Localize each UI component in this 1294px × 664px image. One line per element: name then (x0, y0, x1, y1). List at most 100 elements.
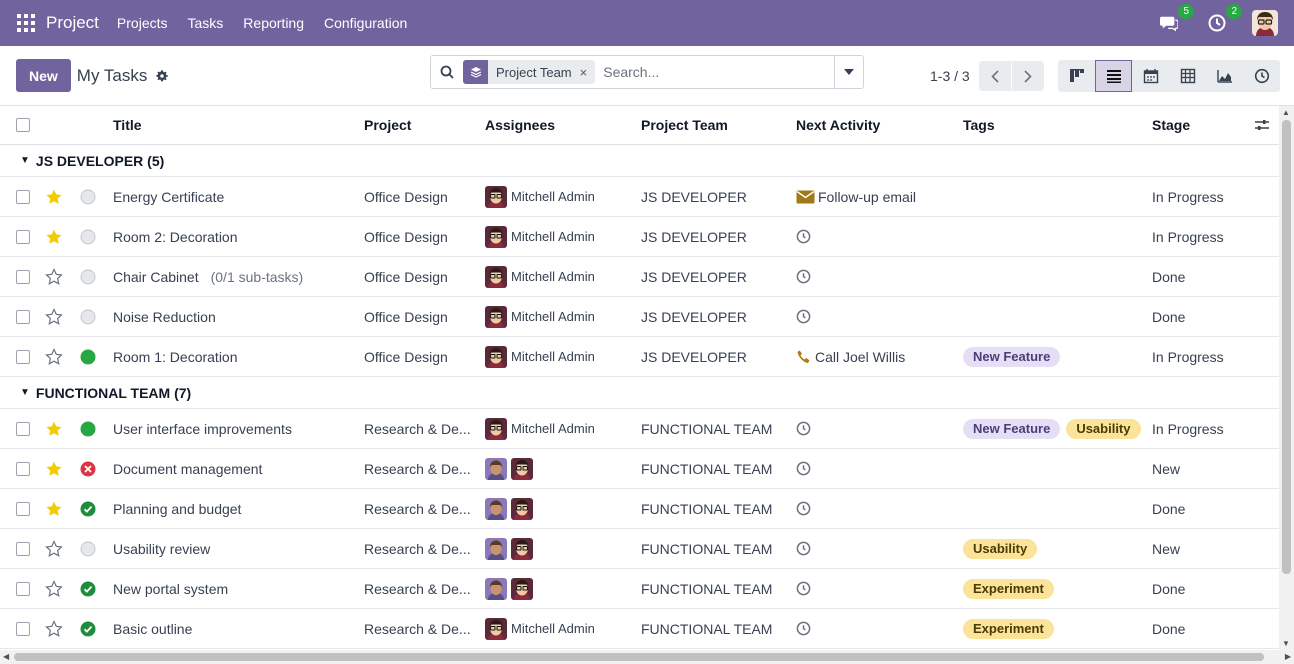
status-icon[interactable] (80, 409, 98, 448)
status-icon[interactable] (80, 569, 98, 608)
star-icon[interactable] (45, 529, 65, 568)
next-activity[interactable] (796, 569, 956, 608)
star-icon[interactable] (45, 257, 65, 296)
row-checkbox[interactable] (16, 269, 30, 284)
activity-view-button[interactable] (1243, 60, 1280, 92)
table-row[interactable]: Room 2: Decoration Office Design Mitchell … (0, 217, 1279, 257)
apps-menu-icon[interactable] (10, 7, 42, 39)
task-assignees[interactable]: Mitchell Admin (485, 297, 635, 336)
new-button[interactable]: New (16, 59, 71, 92)
task-assignees[interactable] (485, 489, 635, 528)
star-icon[interactable] (45, 337, 65, 376)
column-project[interactable]: Project (364, 106, 472, 144)
status-icon[interactable] (80, 449, 98, 488)
pager-previous-button[interactable] (978, 61, 1011, 91)
next-activity[interactable] (796, 449, 956, 488)
task-assignees[interactable]: Mitchell Admin (485, 217, 635, 256)
row-checkbox[interactable] (16, 541, 30, 556)
task-assignees[interactable]: Mitchell Admin (485, 409, 635, 448)
list-view-button[interactable] (1095, 60, 1132, 92)
menu-reporting[interactable]: Reporting (243, 15, 304, 31)
vertical-scroll-thumb[interactable] (1282, 120, 1291, 574)
column-tags[interactable]: Tags (963, 106, 1148, 144)
status-icon[interactable] (80, 297, 98, 336)
next-activity[interactable]: Follow-up email (796, 177, 956, 216)
activities-button[interactable]: 2 (1206, 4, 1242, 34)
table-row[interactable]: User interface improvements Research & De… (0, 409, 1279, 449)
star-filled-icon[interactable] (45, 217, 65, 256)
user-avatar[interactable] (1252, 10, 1278, 36)
row-checkbox[interactable] (16, 189, 30, 204)
table-row[interactable]: Chair Cabinet (0/1 sub-tasks) Office Desig… (0, 257, 1279, 297)
column-project-team[interactable]: Project Team (641, 106, 791, 144)
menu-tasks[interactable]: Tasks (188, 15, 224, 31)
star-icon[interactable] (45, 569, 65, 608)
star-filled-icon[interactable] (45, 409, 65, 448)
group-header[interactable]: ▼ FUNCTIONAL TEAM (7) (0, 377, 1279, 409)
menu-projects[interactable]: Projects (117, 15, 168, 31)
row-checkbox[interactable] (16, 581, 30, 596)
optional-columns-icon[interactable] (1255, 106, 1271, 144)
next-activity[interactable] (796, 529, 956, 568)
task-assignees[interactable]: Mitchell Admin (485, 609, 635, 648)
horizontal-scrollbar[interactable]: ◀ ▶ (0, 650, 1294, 664)
status-icon[interactable] (80, 257, 98, 296)
kanban-view-button[interactable] (1058, 60, 1095, 92)
status-icon[interactable] (80, 609, 98, 648)
table-row[interactable]: Energy Certificate Office Design Mitchell … (0, 177, 1279, 217)
pivot-view-button[interactable] (1169, 60, 1206, 92)
app-name[interactable]: Project (46, 13, 99, 33)
status-icon[interactable] (80, 177, 98, 216)
table-row[interactable]: Basic outline Research & De... Mitchell Ad… (0, 609, 1279, 649)
row-checkbox[interactable] (16, 229, 30, 244)
task-assignees[interactable] (485, 569, 635, 608)
column-next-activity[interactable]: Next Activity (796, 106, 956, 144)
status-icon[interactable] (80, 217, 98, 256)
next-activity[interactable] (796, 297, 956, 336)
row-checkbox[interactable] (16, 309, 30, 324)
task-assignees[interactable] (485, 529, 635, 568)
next-activity[interactable] (796, 217, 956, 256)
star-filled-icon[interactable] (45, 489, 65, 528)
star-filled-icon[interactable] (45, 177, 65, 216)
star-icon[interactable] (45, 297, 65, 336)
row-checkbox[interactable] (16, 461, 30, 476)
pager-next-button[interactable] (1011, 61, 1044, 91)
calendar-view-button[interactable] (1132, 60, 1169, 92)
table-row[interactable]: New portal system Research & De... FUNCTIO… (0, 569, 1279, 609)
task-assignees[interactable]: Mitchell Admin (485, 257, 635, 296)
table-row[interactable]: Noise Reduction Office Design Mitchell Adm… (0, 297, 1279, 337)
graph-view-button[interactable] (1206, 60, 1243, 92)
row-checkbox[interactable] (16, 621, 30, 636)
gear-icon[interactable] (155, 69, 169, 83)
status-icon[interactable] (80, 337, 98, 376)
table-row[interactable]: Planning and budget Research & De... FUNCT… (0, 489, 1279, 529)
star-icon[interactable] (45, 609, 65, 648)
status-icon[interactable] (80, 489, 98, 528)
table-row[interactable]: Usability review Research & De... FUNCTION… (0, 529, 1279, 569)
pager-value[interactable]: 1-3 / 3 (930, 68, 970, 84)
row-checkbox[interactable] (16, 349, 30, 364)
next-activity[interactable] (796, 257, 956, 296)
row-checkbox[interactable] (16, 501, 30, 516)
search-options-toggle[interactable] (834, 56, 863, 88)
select-all-checkbox[interactable] (16, 118, 30, 132)
task-assignees[interactable]: Mitchell Admin (485, 177, 635, 216)
table-row[interactable]: Room 1: Decoration Office Design Mitchell … (0, 337, 1279, 377)
next-activity[interactable] (796, 609, 956, 648)
next-activity[interactable] (796, 409, 956, 448)
search-input[interactable] (595, 64, 834, 80)
column-title[interactable]: Title (113, 106, 353, 144)
group-header[interactable]: ▼ JS DEVELOPER (5) (0, 145, 1279, 177)
messages-button[interactable]: 5 (1158, 4, 1194, 34)
task-assignees[interactable] (485, 449, 635, 488)
task-assignees[interactable]: Mitchell Admin (485, 337, 635, 376)
row-checkbox[interactable] (16, 421, 30, 436)
column-assignees[interactable]: Assignees (485, 106, 635, 144)
next-activity[interactable]: Call Joel Willis (796, 337, 956, 376)
remove-facet-icon[interactable]: × (580, 60, 596, 84)
next-activity[interactable] (796, 489, 956, 528)
column-stage[interactable]: Stage (1152, 106, 1242, 144)
menu-configuration[interactable]: Configuration (324, 15, 407, 31)
table-row[interactable]: Document management Research & De... FUNCT… (0, 449, 1279, 489)
